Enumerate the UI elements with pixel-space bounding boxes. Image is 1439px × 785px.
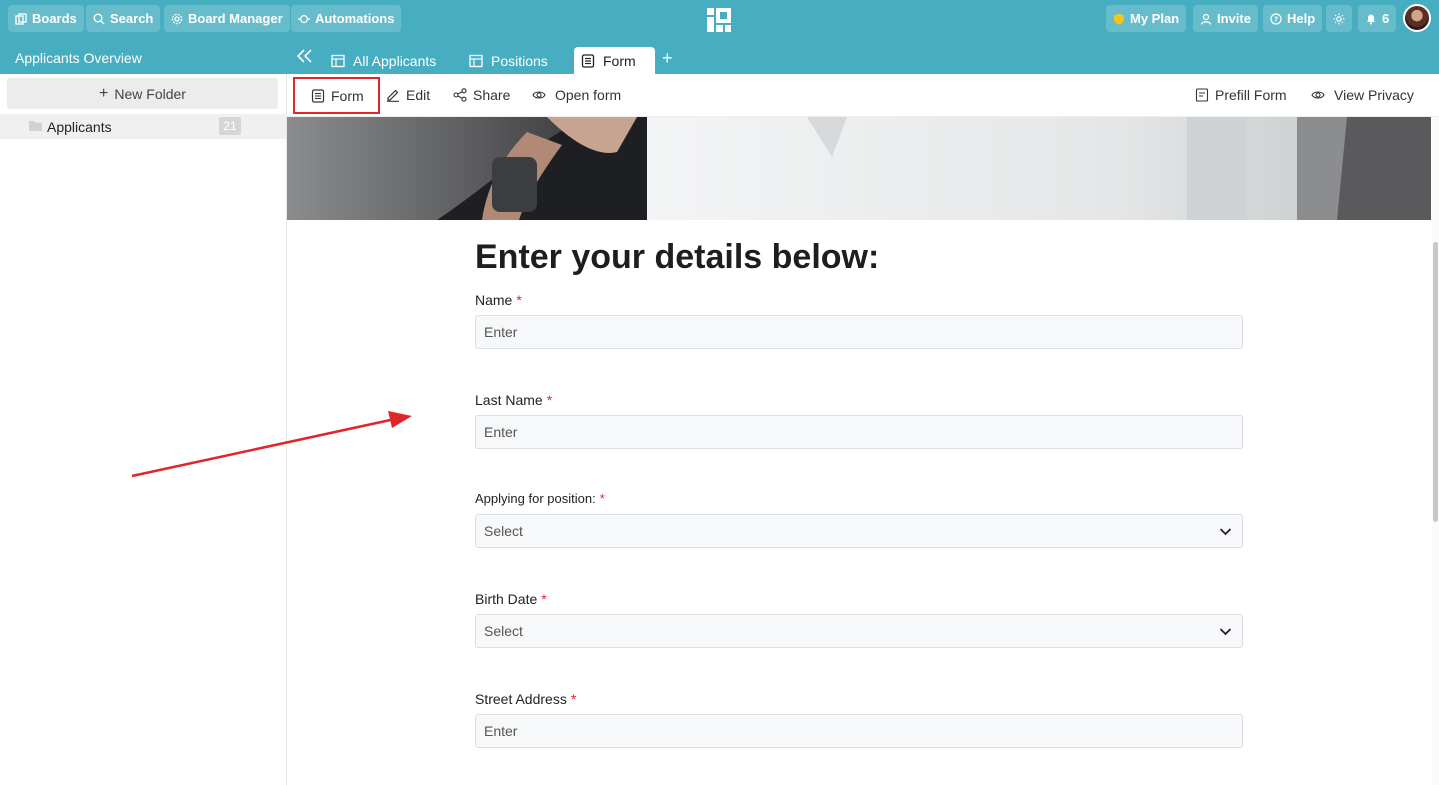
help-label: Help	[1287, 11, 1316, 26]
boards-icon	[15, 12, 27, 25]
form-icon	[581, 53, 595, 68]
my-plan-button[interactable]: My Plan	[1106, 5, 1187, 32]
top-nav-bar: Boards Search Board Manager Automations …	[0, 0, 1439, 40]
position-select[interactable]: Select	[475, 514, 1243, 548]
notifications-button[interactable]: 6	[1358, 5, 1397, 32]
view-privacy-label: View Privacy	[1334, 87, 1414, 103]
search-icon	[93, 13, 105, 24]
form-title: Enter your details below:	[475, 238, 880, 276]
open-form-label: Open form	[555, 87, 622, 103]
last-name-field-label: Last Name *	[475, 392, 553, 408]
search-label: Search	[110, 11, 154, 26]
name-input-placeholder: Enter	[484, 324, 518, 340]
boards-label: Boards	[32, 11, 77, 26]
notifications-count: 6	[1382, 11, 1390, 26]
street-address-input-placeholder: Enter	[484, 723, 518, 739]
tab-label: Form	[603, 52, 636, 69]
position-select-placeholder: Select	[484, 523, 523, 539]
user-icon	[1200, 13, 1212, 25]
gear-icon	[171, 13, 183, 24]
tab-label: Positions	[491, 52, 548, 69]
required-mark: *	[570, 691, 577, 707]
board-manager-button[interactable]: Board Manager	[164, 5, 290, 32]
invite-label: Invite	[1217, 11, 1251, 26]
form-banner-image	[287, 117, 1431, 220]
form-icon	[1195, 88, 1209, 102]
form-view-label: Form	[331, 87, 364, 104]
shield-icon	[1114, 13, 1124, 25]
birth-date-field-label: Birth Date *	[475, 591, 547, 607]
boards-button[interactable]: Boards	[8, 5, 84, 32]
invite-button[interactable]: Invite	[1193, 5, 1258, 32]
form-icon	[311, 88, 325, 103]
birth-date-select-placeholder: Select	[484, 623, 523, 639]
automations-label: Automations	[315, 11, 395, 26]
required-mark: *	[599, 491, 605, 506]
form-toolbar: Form Edit Share Open form Prefill Form V…	[287, 74, 1439, 117]
theme-toggle-button[interactable]	[1326, 5, 1352, 32]
view-tabs-bar: Applicants Overview All Applicants Posit…	[0, 40, 1439, 74]
app-logo[interactable]	[704, 5, 734, 35]
street-address-field-label: Street Address *	[475, 691, 577, 707]
sun-icon	[1333, 13, 1345, 24]
prefill-form-label: Prefill Form	[1215, 87, 1287, 103]
required-mark: *	[541, 591, 547, 607]
folder-label: Applicants	[47, 119, 112, 135]
sidebar-item-applicants[interactable]: Applicants 21	[0, 114, 286, 139]
sidebar: + New Folder Applicants 21	[0, 74, 287, 785]
help-button[interactable]: ? Help	[1263, 5, 1323, 32]
last-name-input-placeholder: Enter	[484, 424, 518, 440]
avatar[interactable]	[1403, 4, 1431, 32]
tab-form[interactable]: Form	[574, 47, 655, 74]
edit-label: Edit	[406, 87, 431, 103]
folder-icon	[29, 121, 42, 131]
automations-icon	[298, 14, 310, 23]
folder-count-badge: 21	[219, 117, 241, 135]
share-icon	[453, 88, 467, 102]
pencil-icon	[387, 89, 399, 102]
required-mark: *	[546, 392, 553, 408]
street-address-input[interactable]: Enter	[475, 714, 1243, 748]
last-name-input[interactable]: Enter	[475, 415, 1243, 449]
new-folder-button[interactable]: + New Folder	[7, 78, 278, 109]
table-icon	[469, 54, 483, 67]
chevron-down-icon	[1219, 628, 1232, 636]
edit-button[interactable]: Edit	[386, 83, 430, 107]
scrollbar-thumb[interactable]	[1433, 242, 1438, 522]
position-field-label: Applying for position: *	[475, 491, 605, 506]
name-input[interactable]: Enter	[475, 315, 1243, 349]
share-button[interactable]: Share	[453, 83, 510, 107]
plus-icon: +	[99, 84, 109, 102]
help-icon: ?	[1270, 12, 1282, 25]
table-icon	[331, 54, 345, 67]
add-tab-button[interactable]: +	[662, 49, 673, 67]
automations-button[interactable]: Automations	[291, 5, 402, 32]
required-mark: *	[516, 292, 522, 308]
bell-icon	[1367, 14, 1375, 24]
eye-icon	[532, 91, 546, 99]
tab-all-applicants[interactable]: All Applicants	[324, 47, 443, 74]
share-label: Share	[473, 87, 511, 103]
content-scrollbar[interactable]	[1432, 117, 1439, 785]
eye-icon	[1311, 91, 1325, 99]
my-plan-label: My Plan	[1130, 11, 1180, 26]
collapse-sidebar-icon[interactable]	[296, 48, 314, 64]
chevron-down-icon	[1219, 528, 1232, 536]
tab-label: All Applicants	[353, 52, 437, 69]
open-form-button[interactable]: Open form	[532, 83, 621, 107]
view-privacy-button[interactable]: View Privacy	[1311, 83, 1414, 107]
search-button[interactable]: Search	[86, 5, 161, 32]
form-view-button[interactable]: Form	[293, 77, 380, 114]
svg-text:?: ?	[1274, 15, 1278, 23]
board-manager-label: Board Manager	[188, 11, 283, 26]
tab-positions[interactable]: Positions	[462, 47, 555, 74]
workspace-title: Applicants Overview	[15, 50, 142, 66]
prefill-form-button[interactable]: Prefill Form	[1195, 83, 1287, 107]
banner-photo	[287, 117, 1431, 220]
name-field-label: Name *	[475, 292, 522, 308]
new-folder-label: New Folder	[114, 85, 186, 102]
birth-date-select[interactable]: Select	[475, 614, 1243, 648]
